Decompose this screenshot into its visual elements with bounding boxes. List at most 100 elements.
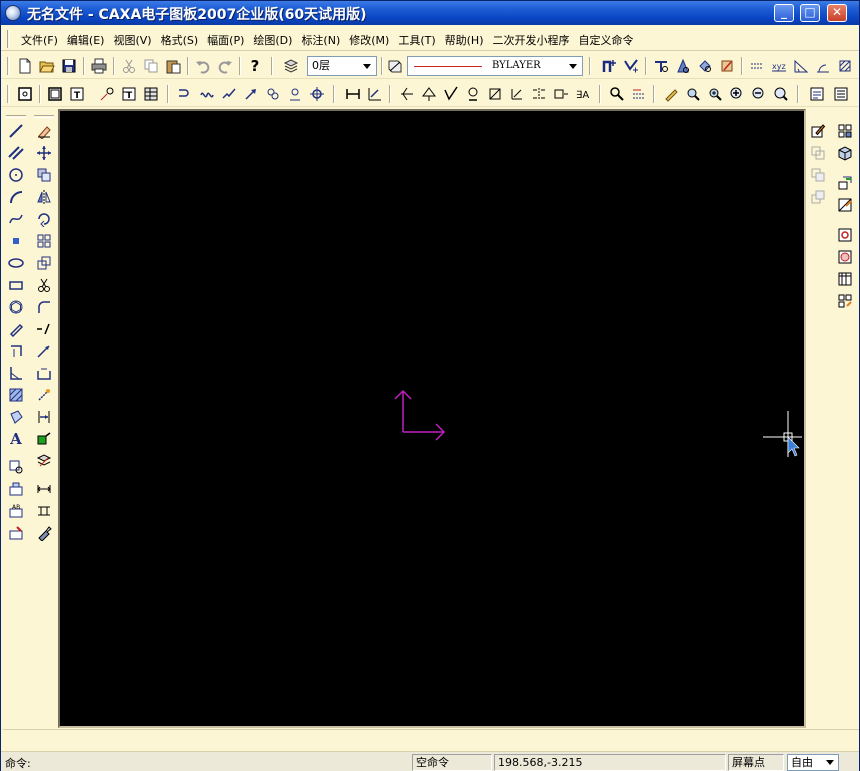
pen-icon[interactable] [661,84,681,104]
menu-draw[interactable]: 绘图(D) [253,32,292,48]
ortho-snap-icon[interactable] [599,56,619,76]
query-point-icon[interactable] [651,56,671,76]
hatch-icon[interactable] [6,385,26,405]
toolbar-grip[interactable] [34,115,54,118]
trim-icon[interactable] [34,275,54,295]
break-icon[interactable] [34,319,54,339]
arrow-icon[interactable] [241,84,261,104]
tolerance-icon[interactable] [507,84,527,104]
title-bar[interactable]: 无名文件 - CAXA电子图板2007企业版(60天试用版) _ □ ✕ [1,1,859,25]
minimize-button[interactable]: _ [774,4,794,22]
menu-edit[interactable]: 编辑(E) [67,32,105,48]
hatch-style-icon[interactable] [835,56,855,76]
text-style-icon[interactable]: xyz [769,56,789,76]
help-icon[interactable]: ? [245,56,265,76]
image-insert-icon[interactable] [6,523,26,543]
copy-icon[interactable] [141,56,161,76]
text-icon[interactable]: A [6,429,26,449]
projection-icon[interactable] [835,173,855,193]
layer-change-icon[interactable] [34,451,54,471]
detail-view-icon[interactable] [835,247,855,267]
toolbar-grip[interactable] [7,85,10,103]
paste-icon[interactable] [163,56,183,76]
drawing-canvas[interactable] [60,111,804,726]
angle-icon[interactable] [791,56,811,76]
menu-help[interactable]: 帮助(H) [445,32,484,48]
mirror-icon[interactable] [34,187,54,207]
layer-select[interactable]: 0层 [307,56,377,76]
view-direction-icon[interactable] [551,84,571,104]
command-area[interactable] [3,729,859,749]
menu-view[interactable]: 视图(V) [113,32,151,48]
polyline-icon[interactable] [6,319,26,339]
cut-icon[interactable] [119,56,139,76]
weld-icon[interactable] [485,84,505,104]
library-icon[interactable]: AB [6,501,26,521]
point-icon[interactable] [6,231,26,251]
broken-view-icon[interactable] [835,269,855,289]
rectangle-icon[interactable] [6,275,26,295]
query-area-icon[interactable] [673,56,693,76]
zoom-out-icon[interactable] [749,84,769,104]
extend-icon[interactable] [34,341,54,361]
3d-view-icon[interactable] [835,143,855,163]
new-file-icon[interactable] [15,56,35,76]
coordinate-dim-icon[interactable] [365,84,385,104]
maximize-button[interactable]: □ [800,4,820,22]
snap-mode-select[interactable]: 自由 [787,754,839,771]
explode-icon[interactable] [34,385,54,405]
menu-dimension[interactable]: 标注(N) [301,32,340,48]
chamfer-icon[interactable] [34,429,54,449]
angle-dim-icon[interactable] [397,84,417,104]
datum-icon[interactable] [463,84,483,104]
array-icon[interactable] [34,231,54,251]
center-mark-icon[interactable] [813,56,833,76]
menu-format[interactable]: 格式(S) [161,32,199,48]
rotate-icon[interactable] [34,209,54,229]
toolbar-grip[interactable] [7,57,10,75]
circle-icon[interactable] [6,165,26,185]
layer-manager-icon[interactable] [281,56,301,76]
chamfer-dim-icon[interactable] [419,84,439,104]
query-inertia-icon[interactable] [717,56,737,76]
edit-pencil-icon[interactable] [808,121,828,141]
title-block-icon[interactable]: T [67,84,87,104]
attribute-icon[interactable] [807,84,827,104]
line-icon[interactable] [6,121,26,141]
spline-icon[interactable] [6,209,26,229]
menu-file[interactable]: 文件(F) [21,32,58,48]
parallel-line-icon[interactable] [6,143,26,163]
linetype-icon[interactable] [385,56,405,76]
print-icon[interactable] [89,56,109,76]
ellipse-icon[interactable] [6,253,26,273]
gear-icon[interactable] [285,84,305,104]
arc-icon[interactable] [6,187,26,207]
view-arrange-icon[interactable] [835,291,855,311]
eraser-icon[interactable] [34,121,54,141]
center-line-icon[interactable] [175,84,195,104]
zoom-window-icon[interactable] [705,84,725,104]
move-icon[interactable] [34,143,54,163]
frame-icon[interactable] [45,84,65,104]
parts-list-icon[interactable]: T [119,84,139,104]
polygon-icon[interactable] [6,297,26,317]
block-insert-icon[interactable] [6,479,26,499]
local-zoom-icon[interactable] [835,225,855,245]
offset-icon[interactable] [34,407,54,427]
fillet-icon[interactable] [34,297,54,317]
toolbar-grip[interactable] [6,115,26,118]
chevron-down-icon[interactable] [823,756,836,769]
snap-mode-display[interactable]: 屏幕点 [728,754,784,771]
block-create-icon[interactable] [6,457,26,477]
chevron-down-icon[interactable] [360,59,374,73]
fillet-corner-icon[interactable] [6,341,26,361]
app-logo-icon[interactable] [5,5,21,21]
stretch-icon[interactable] [34,363,54,383]
menu-custom-command[interactable]: 自定义命令 [579,32,634,48]
linetype-select[interactable]: BYLAYER [407,56,583,76]
undo-icon[interactable] [193,56,213,76]
paste-special-disabled-icon[interactable] [808,187,828,207]
properties-icon[interactable] [831,84,851,104]
section-view-icon[interactable] [835,195,855,215]
view-manager-icon[interactable] [835,121,855,141]
